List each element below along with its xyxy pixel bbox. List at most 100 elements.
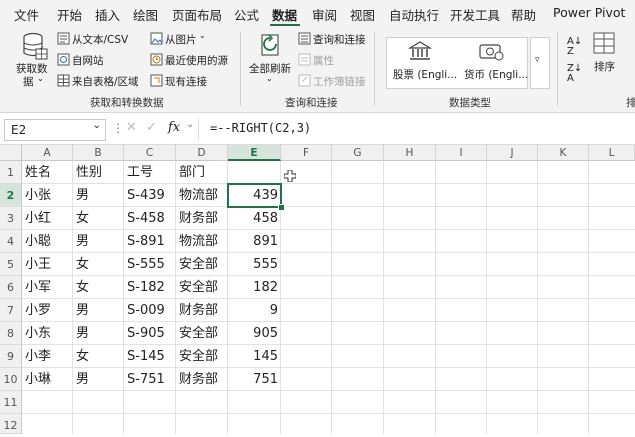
cell-c7[interactable]: S-009: [124, 299, 176, 322]
column-header-f[interactable]: F: [281, 145, 332, 161]
cell-b10[interactable]: 男: [73, 368, 124, 391]
currencies-data-type-button[interactable]: 货币 (Engli...: [464, 67, 528, 82]
cell-b5[interactable]: 女: [73, 253, 124, 276]
cell-d10[interactable]: 财务部: [176, 368, 228, 391]
row-header-1[interactable]: 1: [0, 161, 22, 184]
get-data-chevron-icon[interactable]: ⌄: [37, 74, 44, 83]
menu-view[interactable]: 视图: [350, 5, 375, 24]
cell-b1[interactable]: 性别: [73, 161, 124, 184]
column-header-h[interactable]: H: [384, 145, 436, 161]
cancel-icon[interactable]: ✕: [126, 120, 137, 135]
cell-d8[interactable]: 安全部: [176, 322, 228, 345]
cell-e6[interactable]: 182: [228, 276, 281, 299]
cell-e5[interactable]: 555: [228, 253, 281, 276]
row-header-4[interactable]: 4: [0, 230, 22, 253]
name-box[interactable]: E2 ⌄: [4, 119, 106, 141]
cell-c4[interactable]: S-891: [124, 230, 176, 253]
cell-e10[interactable]: 751: [228, 368, 281, 391]
refresh-all-chevron-icon[interactable]: ⌄: [266, 74, 273, 83]
queries-connections-button[interactable]: 查询和连接: [313, 32, 366, 47]
row-header-12[interactable]: 12: [0, 414, 22, 434]
cell-c10[interactable]: S-751: [124, 368, 176, 391]
cell-b3[interactable]: 女: [73, 207, 124, 230]
refresh-icon[interactable]: [258, 32, 284, 60]
cell-a1[interactable]: 姓名: [22, 161, 73, 184]
cell-c5[interactable]: S-555: [124, 253, 176, 276]
cell-b7[interactable]: 男: [73, 299, 124, 322]
from-picture-button[interactable]: 从图片: [165, 32, 197, 47]
existing-connections-button[interactable]: 现有连接: [165, 74, 207, 89]
cell-a9[interactable]: 小李: [22, 345, 73, 368]
row-header-3[interactable]: 3: [0, 207, 22, 230]
data-types-dropdown[interactable]: [530, 37, 550, 89]
row-header-7[interactable]: 7: [0, 299, 22, 322]
menu-help[interactable]: 帮助: [511, 5, 536, 24]
menu-automate[interactable]: 自动执行: [389, 5, 439, 24]
currency-icon[interactable]: [478, 41, 504, 61]
from-web-button[interactable]: 自网站: [72, 53, 104, 68]
column-header-j[interactable]: J: [487, 145, 538, 161]
cell-e3[interactable]: 458: [228, 207, 281, 230]
row-header-10[interactable]: 10: [0, 368, 22, 391]
cell-d7[interactable]: 财务部: [176, 299, 228, 322]
row-header-6[interactable]: 6: [0, 276, 22, 299]
cell-c3[interactable]: S-458: [124, 207, 176, 230]
column-header-d[interactable]: D: [176, 145, 228, 161]
menu-developer[interactable]: 开发工具: [450, 5, 500, 24]
data-types-more-icon[interactable]: ▿: [535, 55, 540, 65]
row-header-5[interactable]: 5: [0, 253, 22, 276]
cell-b9[interactable]: 女: [73, 345, 124, 368]
column-header-a[interactable]: A: [22, 145, 73, 161]
cell-a7[interactable]: 小罗: [22, 299, 73, 322]
cell-c9[interactable]: S-145: [124, 345, 176, 368]
row-header-9[interactable]: 9: [0, 345, 22, 368]
cell-a5[interactable]: 小王: [22, 253, 73, 276]
menu-formulas[interactable]: 公式: [234, 5, 259, 24]
sort-button[interactable]: 排序: [594, 59, 615, 74]
cell-c2[interactable]: S-439: [124, 184, 176, 207]
cell-e8[interactable]: 905: [228, 322, 281, 345]
menu-file[interactable]: 文件: [14, 5, 39, 24]
stocks-data-type-button[interactable]: 股票 (Engli...: [393, 67, 457, 82]
cell-e9[interactable]: 145: [228, 345, 281, 368]
cell-d1[interactable]: 部门: [176, 161, 228, 184]
menu-draw[interactable]: 绘图: [133, 5, 158, 24]
bank-building-icon[interactable]: [408, 41, 432, 61]
cell-d3[interactable]: 财务部: [176, 207, 228, 230]
column-header-l[interactable]: L: [589, 145, 635, 161]
menu-home[interactable]: 开始: [57, 5, 82, 24]
cell-d4[interactable]: 物流部: [176, 230, 228, 253]
from-picture-chevron-icon[interactable]: ⌄: [199, 31, 206, 40]
column-header-e[interactable]: E: [228, 145, 281, 161]
cell-a2[interactable]: 小张: [22, 184, 73, 207]
cell-e4[interactable]: 891: [228, 230, 281, 253]
select-all-corner[interactable]: [0, 145, 22, 161]
from-text-csv-button[interactable]: 从文本/CSV: [72, 32, 128, 47]
menu-page-layout[interactable]: 页面布局: [172, 5, 222, 24]
cell-a4[interactable]: 小聪: [22, 230, 73, 253]
enter-check-icon[interactable]: ✓: [146, 120, 157, 135]
insert-function-icon[interactable]: fx: [168, 120, 180, 135]
column-header-g[interactable]: G: [332, 145, 384, 161]
cell-c8[interactable]: S-905: [124, 322, 176, 345]
cell-b4[interactable]: 男: [73, 230, 124, 253]
properties-button[interactable]: 属性: [313, 53, 334, 68]
cell-a8[interactable]: 小东: [22, 322, 73, 345]
formula-input[interactable]: =--RIGHT(C2,3): [210, 121, 311, 135]
cell-b6[interactable]: 女: [73, 276, 124, 299]
cell-d6[interactable]: 安全部: [176, 276, 228, 299]
menu-power-pivot[interactable]: Power Pivot: [553, 5, 625, 20]
row-header-2[interactable]: 2: [0, 184, 22, 207]
workbook-links-button[interactable]: 工作簿链接: [313, 74, 366, 89]
cell-a3[interactable]: 小红: [22, 207, 73, 230]
menu-insert[interactable]: 插入: [95, 5, 120, 24]
database-icon[interactable]: [22, 32, 48, 60]
cell-a6[interactable]: 小军: [22, 276, 73, 299]
row-header-8[interactable]: 8: [0, 322, 22, 345]
menu-data[interactable]: 数据: [272, 5, 297, 24]
more-options-icon[interactable]: ⋮: [112, 121, 124, 135]
cell-b8[interactable]: 男: [73, 322, 124, 345]
column-header-c[interactable]: C: [124, 145, 176, 161]
sort-ascending-icon[interactable]: A↓ Z: [567, 37, 582, 57]
cell-b2[interactable]: 男: [73, 184, 124, 207]
